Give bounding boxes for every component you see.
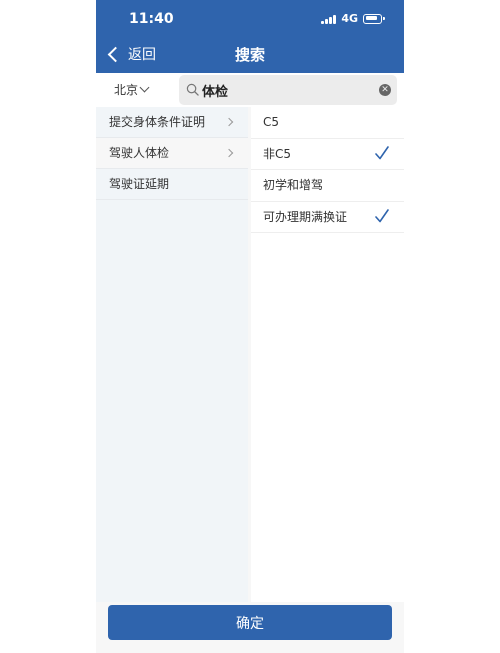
- clear-icon[interactable]: ✕: [379, 84, 391, 96]
- city-label: 北京: [114, 83, 139, 97]
- check-icon: [375, 145, 389, 159]
- option-label: C5: [263, 115, 280, 129]
- status-time: 11:40: [129, 11, 174, 27]
- option-label: 初学和增驾: [263, 178, 324, 192]
- network-type: 4G: [341, 12, 358, 25]
- bottom-bar: 确定: [96, 602, 404, 653]
- page-title: 搜索: [234, 46, 265, 64]
- chevron-right-icon: [224, 148, 234, 158]
- category-label: 驾驶证延期: [109, 177, 170, 191]
- city-selector[interactable]: 北京: [114, 81, 150, 98]
- header: 11:40 4G 返回 搜索: [96, 0, 404, 73]
- option-item-non-c5[interactable]: 非C5: [251, 139, 404, 170]
- chevron-right-icon: [224, 117, 234, 127]
- search-box[interactable]: ✕: [179, 75, 397, 105]
- phone-screen: 11:40 4G 返回 搜索 北京 ✕ 提交身: [96, 0, 404, 653]
- category-label: 驾驶人体检: [109, 146, 170, 160]
- option-item-beginner[interactable]: 初学和增驾: [251, 170, 404, 202]
- status-indicators: 4G: [321, 12, 385, 25]
- option-label: 可办理期满换证: [263, 209, 348, 224]
- check-icon: [375, 208, 389, 222]
- option-label: 非C5: [263, 146, 292, 161]
- option-list: C5 非C5 初学和增驾 可办理期满换证: [251, 107, 404, 602]
- category-item-body-certificate[interactable]: 提交身体条件证明: [96, 107, 248, 138]
- option-item-renewal[interactable]: 可办理期满换证: [251, 202, 404, 233]
- category-item-driver-exam[interactable]: 驾驶人体检: [96, 138, 248, 169]
- category-label: 提交身体条件证明: [109, 115, 206, 129]
- confirm-button[interactable]: 确定: [108, 605, 392, 640]
- battery-icon: [363, 13, 385, 24]
- chevron-down-icon: [139, 82, 150, 93]
- signal-icon: [321, 14, 337, 24]
- search-row: 北京 ✕: [96, 73, 404, 107]
- option-item-c5[interactable]: C5: [251, 107, 404, 139]
- category-item-license-extension[interactable]: 驾驶证延期: [96, 169, 248, 200]
- search-icon: [186, 83, 199, 96]
- search-input[interactable]: [202, 80, 372, 100]
- category-list: 提交身体条件证明 驾驶人体检 驾驶证延期: [96, 107, 248, 602]
